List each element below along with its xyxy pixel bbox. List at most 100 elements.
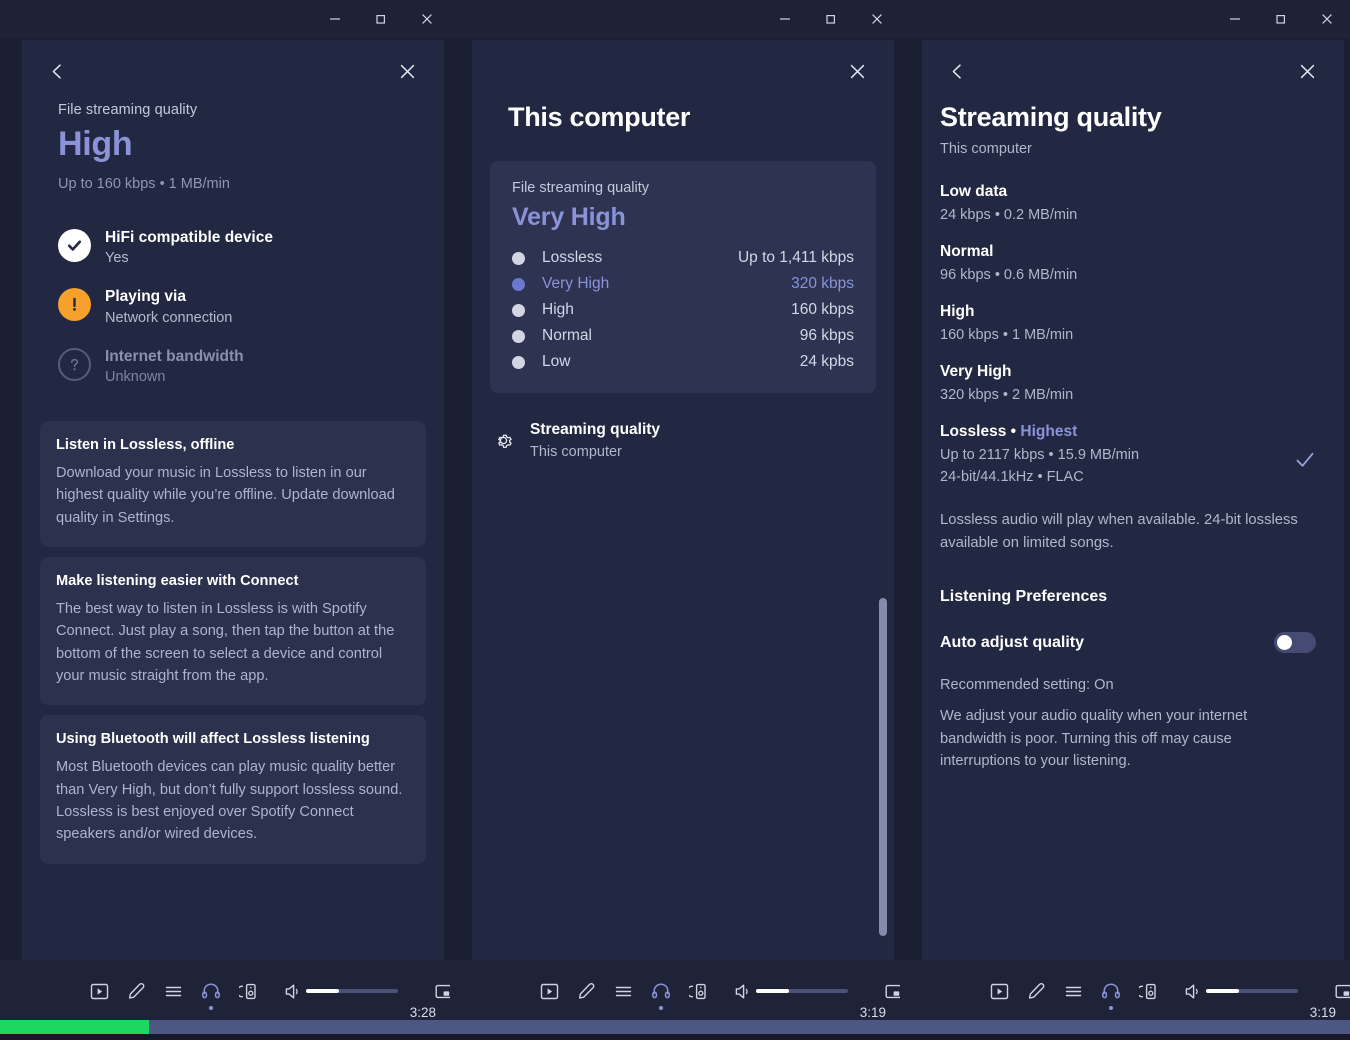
quality-box-value: Very High [512,203,626,231]
close-icon[interactable] [1290,54,1324,88]
quality-rate: 24 kpbs [799,353,854,370]
quality-option-very-high[interactable]: Very High 320 kbps • 2 MB/min [940,363,1316,403]
lyrics-microphone-icon[interactable] [127,978,146,1004]
option-meta: 96 kbps • 0.6 MB/min [940,267,1078,283]
quality-row-lossless[interactable]: Lossless Up to 1,411 kbps [512,249,854,267]
info-card-bluetooth: Using Bluetooth will affect Lossless lis… [40,715,426,864]
connect-to-device-icon[interactable] [689,978,708,1004]
volume-slider-fill [306,989,340,993]
option-name-text: Lossless [940,423,1007,440]
now-playing-view-icon[interactable] [90,978,109,1004]
volume-control-1[interactable] [280,978,398,1004]
back-icon[interactable] [940,54,974,88]
quality-option-low-data[interactable]: Low data 24 kbps • 0.2 MB/min [940,183,1316,223]
volume-icon[interactable] [730,978,756,1004]
active-indicator-dot [209,1006,213,1010]
maximize-button-3[interactable] [1258,0,1304,38]
option-name: Lossless • Highest [940,423,1078,440]
minimize-button-1[interactable] [312,0,358,38]
option-name: Very High [940,363,1012,380]
panel-3-subtitle: This computer [940,141,1032,157]
seek-bar-3[interactable] [900,1020,1350,1034]
window-file-streaming-quality: File streaming quality High Up to 160 kb… [22,40,444,1040]
volume-control-2[interactable] [730,978,848,1004]
close-button-2[interactable] [854,0,900,38]
connect-to-device-icon[interactable] [1139,978,1158,1004]
queue-icon[interactable] [164,978,183,1004]
bullet-dot [512,303,525,317]
player-controls-1 [0,960,488,1012]
panel-3-header [922,40,1344,102]
volume-slider[interactable] [306,989,398,993]
screen-bottom-edge [0,1034,1350,1040]
volume-control-3[interactable] [1180,978,1298,1004]
minimize-button-2[interactable] [762,0,808,38]
volume-slider[interactable] [1206,989,1298,993]
auto-adjust-quality-toggle[interactable] [1274,632,1316,654]
headphones-icon[interactable] [651,978,671,1010]
option-name: High [940,303,975,320]
info-cards: Listen in Lossless, offline Download you… [40,420,426,864]
headphones-icon[interactable] [201,978,221,1010]
quality-row-very-high[interactable]: Very High 320 kbps [512,275,854,293]
volume-slider[interactable] [756,989,848,993]
card-text: Download your music in Lossless to liste… [56,464,395,526]
now-playing-view-icon[interactable] [540,978,559,1004]
setting-title: Streaming quality [530,421,661,438]
connect-to-device-icon[interactable] [239,978,258,1004]
quality-option-list: Low data 24 kbps • 0.2 MB/min Normal 96 … [940,183,1316,485]
headphones-icon[interactable] [1101,978,1121,1010]
quality-row-low[interactable]: Low 24 kpbs [512,353,854,371]
quality-rate: 96 kbps [799,327,854,344]
option-name: Normal [940,243,994,260]
card-title: Using Bluetooth will affect Lossless lis… [56,731,370,748]
seek-bar-2[interactable] [450,1020,900,1034]
warning-circle-icon [58,288,91,322]
close-icon[interactable] [390,54,424,88]
quality-row-high[interactable]: High 160 kbps [512,301,854,319]
recommended-setting-text: Recommended setting: On [940,677,1114,694]
quality-option-normal[interactable]: Normal 96 kbps • 0.6 MB/min [940,243,1316,283]
option-meta: 160 kbps • 1 MB/min [940,327,1074,343]
maximize-button-1[interactable] [358,0,404,38]
setting-subtitle: This computer [530,444,622,460]
lyrics-microphone-icon[interactable] [577,978,596,1004]
quality-rate: 160 kbps [791,301,854,318]
auto-adjust-quality-label: Auto adjust quality [940,633,1084,651]
maximize-button-2[interactable] [808,0,854,38]
status-row-hifi: HiFi compatible device Yes [58,228,426,266]
window-titlebar-3 [900,0,1350,38]
player-bar-3: 3:19 [900,960,1350,1040]
picture-in-picture-icon[interactable] [1334,978,1350,1004]
volume-icon[interactable] [1180,978,1206,1004]
scrollbar-thumb[interactable] [879,598,887,936]
queue-icon[interactable] [1064,978,1083,1004]
streaming-quality-setting-row[interactable]: Streaming quality This computer [490,421,876,460]
track-time-1: 3:28 [409,1005,436,1020]
panel-1-header [22,40,444,102]
option-meta: 320 kbps • 2 MB/min [940,387,1074,403]
queue-icon[interactable] [614,978,633,1004]
window-this-computer: This computer File streaming quality Ver… [472,40,894,1040]
close-icon[interactable] [840,54,874,88]
current-quality-value: High [58,125,133,163]
volume-icon[interactable] [280,978,306,1004]
bullet-dot [512,329,525,343]
quality-option-lossless[interactable]: Lossless • Highest Up to 2117 kbps • 15.… [940,423,1316,485]
quality-option-high[interactable]: High 160 kbps • 1 MB/min [940,303,1316,343]
now-playing-view-icon[interactable] [990,978,1009,1004]
option-badge: Highest [1020,423,1078,440]
status-value: Network connection [105,309,233,326]
status-row-bandwidth: Internet bandwidth Unknown [58,347,426,385]
lyrics-microphone-icon[interactable] [1027,978,1046,1004]
close-button-1[interactable] [404,0,450,38]
close-button-3[interactable] [1304,0,1350,38]
quality-box-label: File streaming quality [512,180,649,196]
info-card-connect: Make listening easier with Connect The b… [40,556,426,706]
back-icon[interactable] [40,54,74,88]
status-title: HiFi compatible device [105,228,273,246]
minimize-button-3[interactable] [1212,0,1258,38]
card-title: Make listening easier with Connect [56,572,299,589]
seek-bar-1[interactable] [0,1020,450,1034]
quality-row-normal[interactable]: Normal 96 kbps [512,327,854,345]
